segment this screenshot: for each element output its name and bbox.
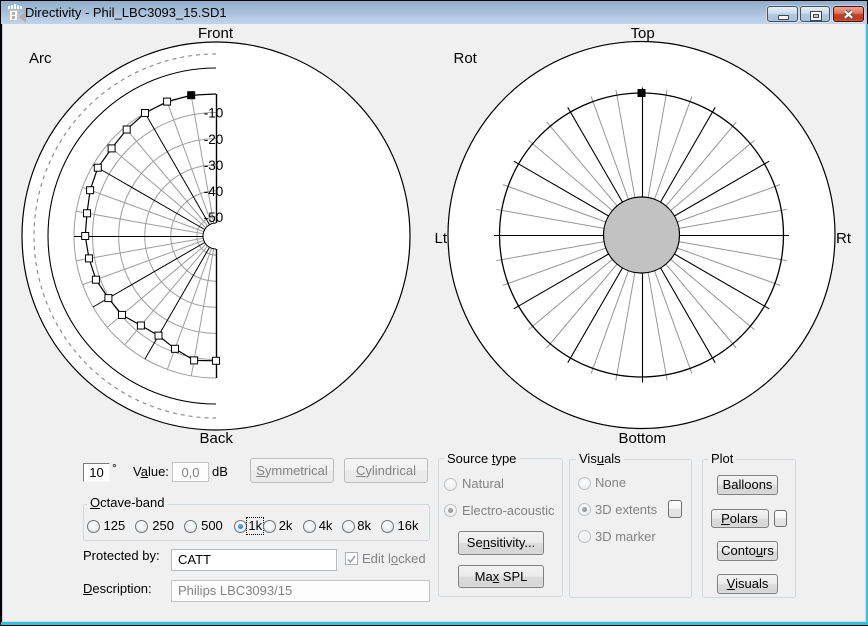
svg-text:-50: -50 xyxy=(204,210,224,225)
svg-text:-10: -10 xyxy=(204,105,224,120)
svg-text:-20: -20 xyxy=(204,132,224,147)
svg-text:-30: -30 xyxy=(204,158,224,173)
svg-text:-40: -40 xyxy=(204,184,224,199)
